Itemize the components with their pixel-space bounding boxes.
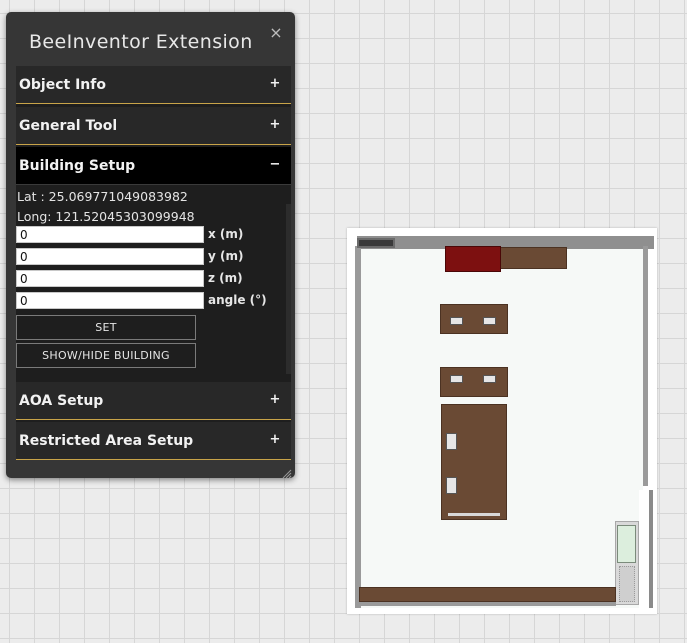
- monitor: [483, 317, 496, 325]
- section-object-info[interactable]: Object Info +: [16, 66, 291, 104]
- y-input[interactable]: [16, 248, 204, 265]
- red-cabinet: [445, 246, 501, 272]
- angle-label: angle (°): [208, 293, 267, 307]
- x-input[interactable]: [16, 226, 204, 243]
- wall-left: [355, 246, 361, 608]
- latitude-readout: Lat : 25.069771049083982: [17, 189, 188, 204]
- plus-icon[interactable]: +: [268, 392, 282, 408]
- minus-icon[interactable]: −: [268, 157, 282, 173]
- section-label: General Tool: [19, 118, 118, 134]
- section-label: Building Setup: [19, 158, 136, 174]
- wall-bottom: [359, 602, 616, 606]
- panel-body: Object Info + General Tool + Building Se…: [16, 66, 291, 460]
- cabinet-top: [499, 247, 567, 269]
- table-edge: [448, 513, 500, 516]
- desk-2: [440, 367, 508, 397]
- set-button[interactable]: SET: [16, 315, 196, 340]
- section-label: Object Info: [19, 77, 106, 93]
- meeting-table: [441, 404, 507, 520]
- z-input[interactable]: [16, 270, 204, 287]
- section-aoa-setup[interactable]: AOA Setup +: [16, 382, 291, 420]
- panel-title: BeeInventor Extension: [29, 31, 253, 53]
- beeinventor-extension-panel: BeeInventor Extension × Object Info + Ge…: [6, 12, 295, 479]
- x-label: x (m): [208, 227, 244, 241]
- panel-header[interactable]: BeeInventor Extension ×: [6, 12, 295, 66]
- resize-grip-icon[interactable]: [282, 464, 292, 479]
- section-general-tool[interactable]: General Tool +: [16, 107, 291, 145]
- angle-input[interactable]: [16, 292, 204, 309]
- plus-icon[interactable]: +: [268, 76, 282, 92]
- close-icon[interactable]: ×: [268, 25, 284, 41]
- section-label: Restricted Area Setup: [19, 433, 194, 449]
- show-hide-building-button[interactable]: SHOW/HIDE BUILDING: [16, 343, 196, 368]
- wall-notch: [639, 490, 657, 614]
- monitor: [483, 375, 496, 383]
- wall-right: [643, 246, 648, 486]
- chair: [446, 433, 457, 450]
- bottom-counter: [359, 587, 616, 602]
- chair: [446, 477, 457, 494]
- floor-mat: [619, 566, 635, 602]
- building-floor-plan[interactable]: [347, 228, 657, 614]
- desk-1: [440, 304, 508, 334]
- monitor: [450, 317, 463, 325]
- section-restricted-area-setup[interactable]: Restricted Area Setup +: [16, 422, 291, 460]
- corner-fixture: [357, 238, 395, 248]
- section-label: AOA Setup: [19, 393, 104, 409]
- monitor: [450, 375, 463, 383]
- z-label: z (m): [208, 271, 243, 285]
- plus-icon[interactable]: +: [268, 432, 282, 448]
- plus-icon[interactable]: +: [268, 117, 282, 133]
- scrollbar[interactable]: [286, 204, 291, 374]
- glass-door: [617, 525, 636, 563]
- section-building-setup[interactable]: Building Setup −: [16, 147, 291, 185]
- y-label: y (m): [208, 249, 244, 263]
- longitude-readout: Long: 121.52045303099948: [17, 209, 195, 224]
- wall-right-lower: [649, 490, 653, 608]
